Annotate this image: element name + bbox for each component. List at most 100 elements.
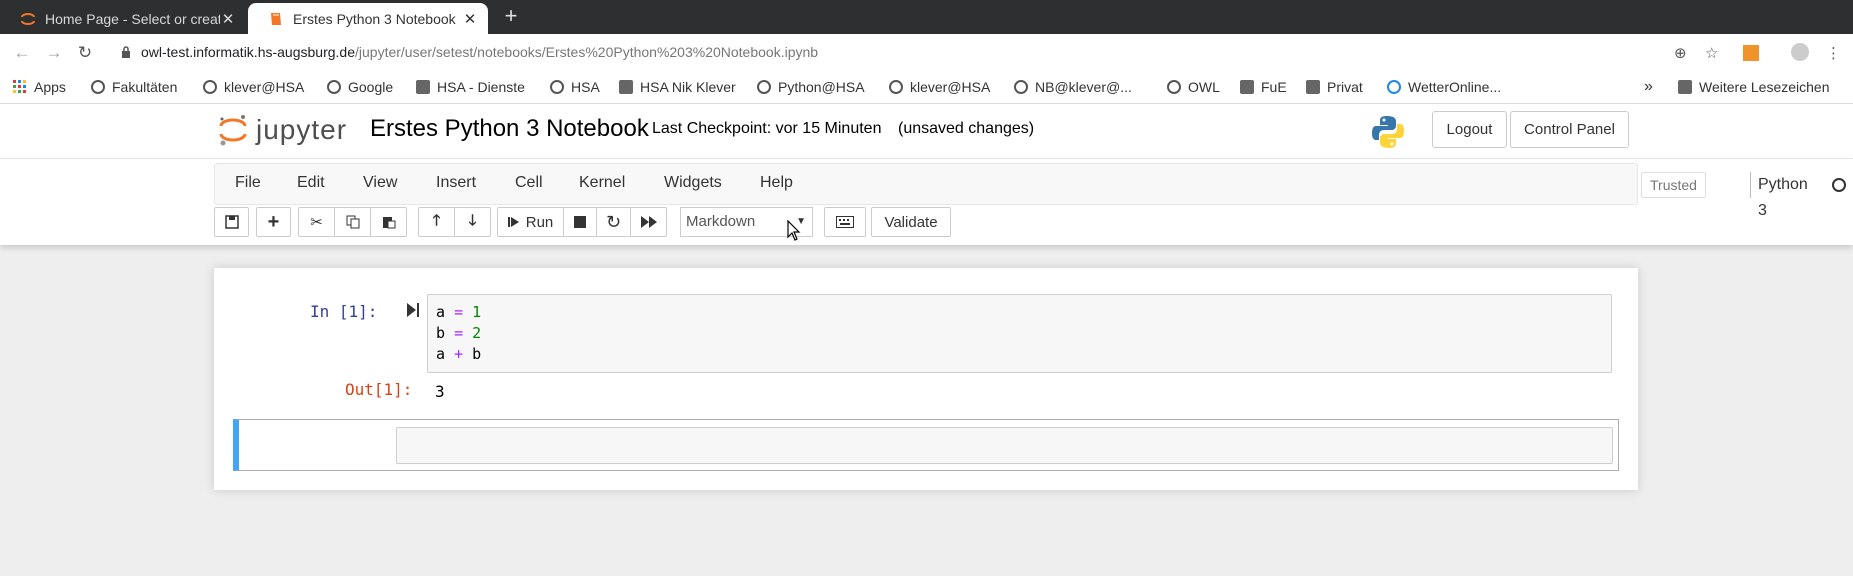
star-icon[interactable]: ☆ — [1705, 44, 1718, 62]
cut-button[interactable]: ✂ — [298, 207, 335, 237]
menu-insert[interactable]: Insert — [436, 174, 476, 192]
run-cell-icon[interactable] — [406, 302, 420, 318]
control-panel-button[interactable]: Control Panel — [1510, 111, 1629, 148]
jupyter-header: jupyter Erstes Python 3 Notebook Last Ch… — [0, 104, 1853, 159]
folder-icon — [1240, 80, 1254, 94]
paste-button[interactable] — [370, 207, 407, 237]
bookmark-label: FuE — [1261, 79, 1287, 95]
code-cell-input[interactable]: a = 1 b = 2 a + b — [427, 294, 1612, 373]
bookmark-apps[interactable]: Apps — [13, 77, 66, 97]
bookmark-item[interactable]: OWL — [1167, 77, 1220, 97]
bookmark-label: Weitere Lesezeichen — [1699, 79, 1830, 95]
menu-help[interactable]: Help — [760, 174, 793, 192]
run-button[interactable]: Run — [497, 207, 564, 237]
bookmark-folder[interactable]: Privat — [1306, 77, 1363, 97]
logout-button[interactable]: Logout — [1432, 111, 1507, 148]
menu-view[interactable]: View — [363, 174, 397, 192]
selected-empty-cell[interactable] — [233, 419, 1619, 471]
menubar: File Edit View Insert Cell Kernel Widget… — [214, 163, 1846, 219]
menu-file[interactable]: File — [235, 174, 261, 192]
notebook-title[interactable]: Erstes Python 3 Notebook — [370, 115, 649, 143]
bookmark-item[interactable]: klever@HSA — [889, 77, 990, 97]
back-arrow-icon[interactable]: ← — [12, 43, 32, 63]
bookmarks-overflow-button[interactable]: » — [1644, 77, 1653, 97]
folder-icon — [619, 80, 633, 94]
interrupt-kernel-button[interactable] — [563, 207, 597, 237]
fast-forward-icon — [640, 216, 657, 228]
menu-dots-icon[interactable]: ⋮ — [1826, 44, 1841, 62]
copy-button[interactable] — [334, 207, 371, 237]
bookmark-label: Privat — [1327, 79, 1363, 95]
forward-arrow-icon[interactable]: → — [44, 43, 64, 63]
url-field[interactable]: owl-test.informatik.hs-augsburg.de/jupyt… — [141, 44, 818, 60]
menu-kernel[interactable]: Kernel — [579, 174, 625, 192]
edit-button-group: ✂ — [298, 207, 407, 237]
kernel-idle-icon — [1832, 178, 1846, 192]
tab-home-page[interactable]: Home Page - Select or create a notebook … — [0, 3, 246, 34]
tab-title: Home Page - Select or create a notebook — [45, 10, 220, 27]
move-button-group: 🡑 🡓 — [418, 207, 491, 237]
zoom-icon[interactable]: ⊕ — [1674, 44, 1687, 62]
jupyter-logo[interactable]: jupyter — [218, 110, 347, 150]
globe-icon — [757, 80, 771, 94]
reload-icon[interactable]: ↻ — [75, 43, 95, 63]
folder-icon — [416, 80, 430, 94]
tab-notebook[interactable]: Erstes Python 3 Notebook ✕ — [248, 3, 488, 34]
code-line: a + b — [436, 345, 482, 363]
bookmark-folder[interactable]: HSA - Dienste — [416, 77, 525, 97]
bookmark-label: Fakultäten — [112, 79, 178, 95]
close-icon[interactable]: ✕ — [220, 10, 236, 28]
python-logo-icon — [1372, 116, 1404, 148]
profile-avatar-icon[interactable] — [1791, 43, 1809, 61]
apps-grid-icon — [13, 80, 26, 93]
globe-icon — [203, 80, 217, 94]
jupyter-logo-icon — [219, 115, 247, 146]
jupyter-favicon-icon — [21, 12, 35, 25]
menu-widgets[interactable]: Widgets — [664, 174, 722, 192]
run-button-group: Run ↻ — [497, 207, 667, 237]
extension-icon[interactable] — [1743, 45, 1759, 61]
bookmark-folder[interactable]: HSA Nik Klever — [619, 77, 736, 97]
step-forward-icon — [507, 217, 519, 227]
url-path: /jupyter/user/setest/notebooks/Erstes%20… — [355, 44, 819, 60]
bookmark-item[interactable]: Google — [327, 77, 393, 97]
new-tab-button[interactable]: + — [499, 4, 523, 28]
globe-icon — [550, 80, 564, 94]
bookmark-folder[interactable]: FuE — [1240, 77, 1287, 97]
bookmark-item[interactable]: HSA — [550, 77, 600, 97]
bookmark-label: WetterOnline... — [1408, 79, 1502, 95]
move-up-button[interactable]: 🡑 — [418, 207, 455, 237]
move-down-button[interactable]: 🡓 — [454, 207, 491, 237]
address-bar: ← → ↻ owl-test.informatik.hs-augsburg.de… — [0, 34, 1853, 70]
other-bookmarks-folder[interactable]: Weitere Lesezeichen — [1678, 77, 1829, 97]
insert-cell-button[interactable]: + — [256, 207, 291, 237]
globe-icon — [91, 80, 105, 94]
bookmarks-bar: Apps Fakultäten klever@HSA Google HSA - … — [0, 70, 1853, 104]
bookmark-item[interactable]: klever@HSA — [203, 77, 304, 97]
validate-button[interactable]: Validate — [871, 207, 951, 237]
close-icon[interactable]: ✕ — [462, 10, 478, 28]
trusted-indicator[interactable]: Trusted — [1641, 172, 1706, 198]
keyboard-icon — [836, 216, 854, 228]
scissors-icon: ✂ — [310, 214, 323, 231]
notebook-favicon-icon — [271, 12, 281, 25]
refresh-icon: ↻ — [605, 211, 622, 232]
menubar-container: File Edit View Insert Cell Kernel Widget… — [0, 159, 1853, 245]
bookmark-item[interactable]: Python@HSA — [757, 77, 865, 97]
command-palette-button[interactable] — [824, 207, 866, 237]
kernel-name: Python 3 — [1750, 172, 1808, 219]
code-line: b = 2 — [436, 324, 482, 342]
restart-kernel-button[interactable]: ↻ — [596, 207, 631, 237]
bookmark-item[interactable]: NB@klever@... — [1014, 77, 1132, 97]
bookmark-item[interactable]: Fakultäten — [91, 77, 177, 97]
empty-cell-input[interactable] — [396, 427, 1613, 464]
menu-cell[interactable]: Cell — [515, 174, 543, 192]
save-button[interactable] — [214, 207, 249, 237]
weather-icon — [1387, 80, 1401, 94]
globe-icon — [889, 80, 903, 94]
folder-icon — [1306, 80, 1320, 94]
menu-edit[interactable]: Edit — [297, 174, 325, 192]
bookmark-item[interactable]: WetterOnline... — [1387, 77, 1501, 97]
restart-run-all-button[interactable] — [630, 207, 667, 237]
bookmark-label: NB@klever@... — [1035, 79, 1132, 95]
